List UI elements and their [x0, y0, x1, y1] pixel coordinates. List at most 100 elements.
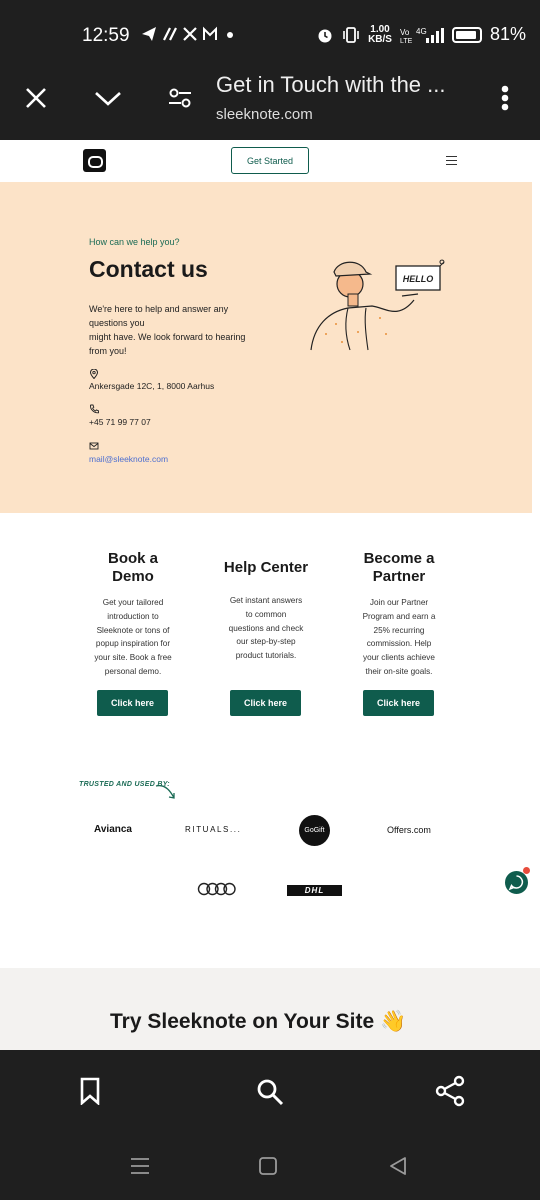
recents-icon — [131, 1158, 149, 1174]
battery-icon — [451, 26, 482, 43]
svg-text:LTE: LTE — [400, 38, 413, 44]
card-title: Partner — [372, 568, 426, 585]
card-title: Demo — [112, 568, 154, 585]
card-text: Join our Partner — [369, 598, 429, 607]
chevron-down-icon — [95, 92, 121, 106]
close-icon — [26, 88, 46, 108]
card-text: introduction to — [107, 611, 159, 621]
home-icon — [259, 1157, 277, 1175]
tune-icon — [169, 88, 191, 108]
collapse-button[interactable] — [92, 82, 124, 114]
notification-dot — [523, 867, 530, 874]
card-text: your site. Book a free — [94, 653, 172, 663]
hero-intro-line: might have. We look forward to hearing — [89, 332, 246, 342]
web-content: Get Started How can we help you? Contact… — [0, 140, 540, 1050]
brand-dhl-text: DHL — [304, 886, 325, 895]
status-bar: 12:59 1.00 KB/S Vo LTE 4G 81% — [0, 0, 540, 58]
bookmark-button[interactable] — [76, 1076, 104, 1106]
hero-title: Contact us — [89, 256, 208, 282]
become-partner-button[interactable]: Click here — [363, 690, 434, 716]
card-text: Program and earn a — [362, 611, 436, 621]
card-text: Sleeknote or tons of — [96, 625, 170, 635]
sleeknote-logo[interactable] — [83, 149, 106, 172]
address-text: Ankersgade 12C, 1, 8000 Aarhus — [89, 381, 215, 391]
card-text: product tutorials. — [235, 651, 297, 661]
bookmark-icon — [80, 1077, 100, 1105]
hero-eyebrow: How can we help you? — [89, 237, 180, 247]
menu-icon[interactable] — [446, 156, 457, 165]
card-title: Help Center — [223, 559, 309, 576]
site-header: Get Started — [0, 140, 540, 182]
battery-percent: 81% — [489, 24, 526, 44]
card-text: to common — [245, 609, 287, 619]
site-settings-button[interactable] — [164, 82, 196, 114]
back-button[interactable] — [386, 1154, 410, 1178]
phone-text[interactable]: +45 71 99 77 07 — [89, 417, 151, 427]
try-title: Try Sleeknote on Your Site 👋 — [110, 1010, 407, 1033]
back-icon — [390, 1157, 406, 1175]
net-speed-value: 1.00 — [370, 23, 390, 35]
brand-dhl: DHL — [287, 885, 342, 896]
brand-rituals: RITUALS... — [185, 825, 242, 834]
search-button[interactable] — [254, 1076, 286, 1108]
vibrate-icon — [343, 26, 359, 43]
brand-gogift-text: GoGift — [304, 827, 325, 834]
search-icon — [257, 1079, 284, 1106]
page-url[interactable]: sleeknote.com — [216, 106, 313, 123]
card-title: Become a — [363, 550, 435, 567]
brand-offers: Offers.com — [387, 825, 431, 835]
bottom-toolbar — [0, 1050, 540, 1200]
net-speed: 1.00 KB/S — [368, 23, 392, 45]
share-button[interactable] — [434, 1074, 466, 1108]
signal-icon: Vo LTE 4G — [400, 27, 444, 44]
alarm-icon — [318, 29, 332, 42]
hero-intro-line: from you! — [89, 346, 127, 356]
card-book-demo: Book a Demo Get your tailored introductio… — [83, 550, 183, 679]
card-title: Book a — [107, 550, 158, 567]
hello-illustration: HELLO — [310, 259, 445, 351]
home-button[interactable] — [256, 1154, 280, 1178]
card-become-partner: Become a Partner Join our Partner Program… — [349, 550, 449, 679]
help-cards: Book a Demo Get your tailored introductio… — [0, 513, 540, 743]
phone-icon — [90, 404, 99, 414]
hero-intro-line: We're here to help and answer any — [89, 304, 229, 314]
try-section: Try Sleeknote on Your Site 👋 — [0, 968, 540, 1050]
book-demo-button[interactable]: Click here — [97, 690, 168, 716]
hello-sign-text: HELLO — [403, 274, 434, 284]
brand-avianca: Avianca — [94, 824, 132, 835]
card-text: 25% recurring — [373, 625, 425, 635]
recents-button[interactable] — [128, 1154, 152, 1178]
card-text: their on-site goals. — [365, 666, 433, 676]
status-right: 1.00 KB/S Vo LTE 4G 81% — [316, 24, 526, 45]
brand-gogift: GoGift — [299, 815, 330, 846]
card-text: Get your tailored — [102, 598, 164, 607]
overflow-menu-button[interactable] — [492, 80, 518, 116]
card-help-center: Help Center Get instant answers to commo… — [216, 559, 316, 663]
get-started-button[interactable]: Get Started — [231, 147, 309, 174]
arrow-icon — [155, 784, 175, 799]
chat-icon — [508, 875, 524, 891]
contact-hero: How can we help you? Contact us We're he… — [0, 182, 532, 513]
card-text: popup inspiration for — [95, 639, 171, 649]
card-text: your clients achieve — [363, 653, 435, 663]
location-pin-icon — [89, 369, 99, 379]
more-vert-icon — [501, 85, 509, 111]
mail-icon — [89, 442, 99, 450]
close-tab-button[interactable] — [20, 82, 52, 114]
email-link[interactable]: mail@sleeknote.com — [89, 454, 168, 464]
audi-logo — [197, 882, 236, 896]
browser-toolbar: Get in Touch with the ... sleeknote.com — [0, 58, 540, 140]
share-icon — [435, 1075, 465, 1107]
hero-intro-line: questions you — [89, 318, 145, 328]
notification-icons — [140, 24, 240, 49]
card-text: our step-by-step — [236, 637, 296, 647]
net-speed-unit: KB/S — [368, 33, 392, 45]
notification-app-icons — [142, 26, 233, 41]
svg-text:Vo: Vo — [400, 28, 410, 37]
page-title: Get in Touch with the ... — [216, 72, 446, 97]
svg-text:4G: 4G — [416, 27, 427, 36]
help-center-button[interactable]: Click here — [230, 690, 301, 716]
card-text: personal demo. — [104, 666, 162, 676]
card-text: commission. Help — [366, 639, 432, 649]
card-text: questions and check — [228, 623, 304, 633]
